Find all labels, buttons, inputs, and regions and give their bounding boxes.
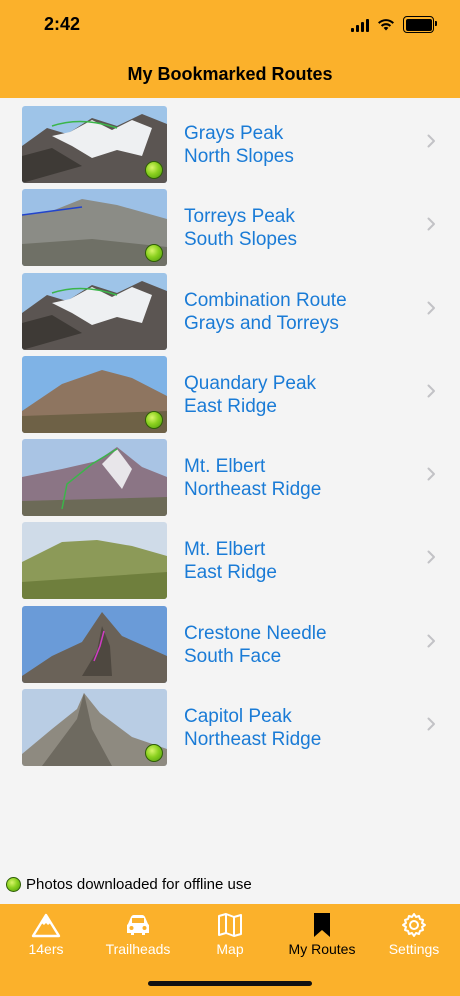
offline-indicator-icon [145,410,163,429]
route-peak-name: Mt. Elbert [184,456,266,478]
chevron-right-icon [427,217,435,231]
route-row[interactable]: Mt. Elbert Northeast Ridge [0,431,460,517]
route-title: Capitol Peak Northeast Ridge [184,705,321,751]
route-list: Grays Peak North Slopes Torreys Peak Sou… [0,98,460,767]
route-row[interactable]: Torreys Peak South Slopes [0,181,460,267]
tab-label: Trailheads [105,941,171,957]
route-name: East Ridge [184,395,277,417]
tab-label: Map [216,941,244,957]
route-photo [22,106,167,183]
route-title: Quandary Peak East Ridge [184,372,316,418]
home-indicator [148,981,312,986]
offline-indicator-icon [145,161,163,179]
route-row[interactable]: Crestone Needle South Face [0,598,460,683]
status-time: 2:42 [44,14,81,34]
tab-label: My Routes [288,941,356,957]
route-row[interactable]: Capitol Peak Northeast Ridge [0,681,460,767]
route-title: Mt. Elbert East Ridge [184,538,277,584]
route-peak-name: Combination Route [184,289,347,311]
chevron-right-icon [427,467,435,481]
route-row[interactable]: Quandary Peak East Ridge [0,348,460,433]
chevron-right-icon [427,717,435,731]
route-row[interactable]: Combination Route Grays and Torreys [0,265,460,350]
route-peak-name: Torreys Peak [184,206,295,228]
route-name: Grays and Torreys [184,312,339,334]
car-icon [123,912,153,941]
tab-settings[interactable]: Settings [368,904,460,996]
route-photo [22,689,167,767]
route-photo [22,189,167,267]
route-photo [22,439,167,517]
battery-icon [403,16,437,33]
route-title: Combination Route Grays and Torreys [184,289,347,335]
tab-label: 14ers [28,941,64,957]
chevron-right-icon [427,134,435,148]
route-name: East Ridge [184,562,277,584]
route-title: Torreys Peak South Slopes [184,205,297,251]
header: 2:42 My Bookmarked Routes [0,0,460,98]
route-row[interactable]: Grays Peak North Slopes [0,98,460,183]
bookmark-icon [307,912,337,941]
route-peak-name: Mt. Elbert [184,539,266,561]
chevron-right-icon [427,550,435,564]
route-name: South Face [184,645,282,667]
route-row[interactable]: Mt. Elbert East Ridge [0,514,460,600]
legend-text: Photos downloaded for offline use [26,876,252,893]
route-photo [22,522,167,600]
mountain-icon [31,912,61,941]
chevron-right-icon [427,634,435,648]
route-photo [22,272,167,350]
route-name: North Slopes [184,146,294,167]
route-photo [22,605,167,683]
screen: 2:42 My Bookmarked Routes Grays Peak Nor… [0,0,460,996]
tab-14ers[interactable]: 14ers [0,904,92,996]
route-title: Crestone Needle South Face [184,622,327,668]
tab-label: Settings [388,941,440,957]
offline-indicator-icon [6,877,21,892]
gear-icon [399,912,429,941]
route-peak-name: Capitol Peak [184,706,292,728]
page-title: My Bookmarked Routes [127,64,333,84]
status-icons [351,16,437,33]
chevron-right-icon [427,301,435,315]
route-photo [22,355,167,433]
offline-legend: Photos downloaded for offline use [6,876,252,893]
route-peak-name: Grays Peak [184,123,284,144]
offline-indicator-icon [145,744,163,763]
route-name: Northeast Ridge [184,729,322,751]
route-peak-name: Crestone Needle [184,622,327,644]
route-name: South Slopes [184,229,298,251]
route-name: Northeast Ridge [184,479,322,501]
wifi-icon [378,19,394,31]
route-peak-name: Quandary Peak [184,372,317,394]
route-title: Grays Peak North Slopes [184,122,294,168]
chevron-right-icon [427,384,435,398]
map-icon [215,912,245,941]
cellular-signal-icon [351,18,369,32]
route-title: Mt. Elbert Northeast Ridge [184,455,321,501]
